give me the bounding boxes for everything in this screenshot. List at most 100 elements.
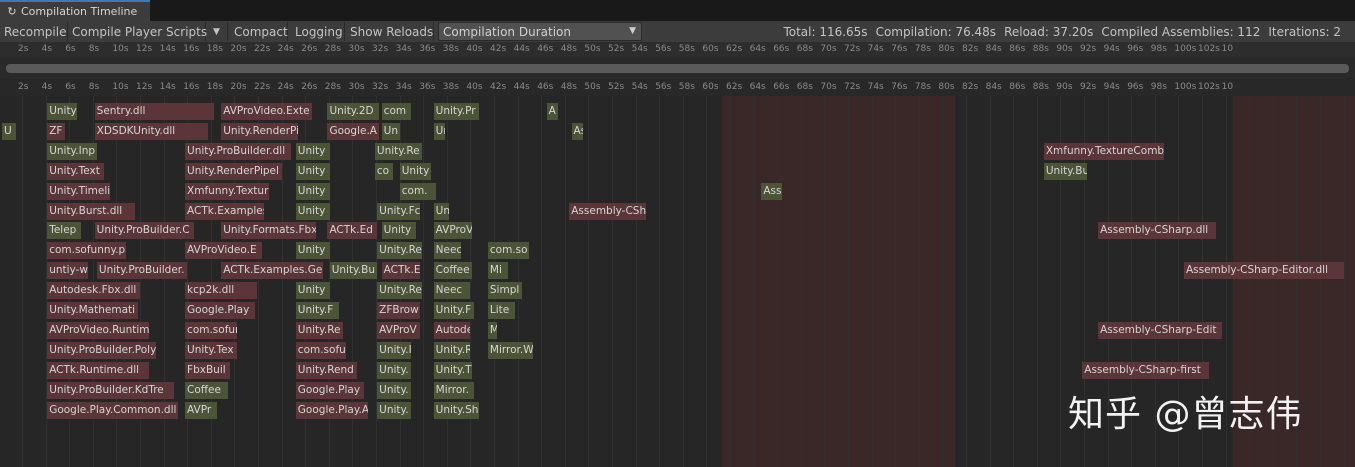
assembly-bar[interactable]: Neec [433, 282, 470, 300]
assembly-bar[interactable]: Un [381, 122, 400, 140]
assembly-bar[interactable]: Unity.Mathemati [47, 302, 138, 319]
assembly-bar[interactable]: Unity [295, 142, 330, 160]
assembly-bar[interactable]: Xmfunny.TextureComb [1043, 142, 1164, 160]
assembly-bar[interactable]: Telep [47, 222, 82, 240]
assembly-bar[interactable]: Mirror.W [487, 341, 534, 359]
assembly-bar[interactable]: Unity.Re [374, 142, 423, 160]
assembly-bar[interactable]: Unity. [377, 381, 412, 399]
assembly-bar[interactable]: Assembly-CSh [569, 202, 647, 220]
assembly-bar[interactable]: Unity.ProBuilder. [96, 262, 188, 280]
assembly-bar[interactable]: Unity.Burst.dll [47, 202, 136, 220]
assembly-bar[interactable]: Unity.Rend [295, 361, 357, 379]
assembly-bar[interactable]: com.sofu [295, 341, 346, 359]
assembly-bar[interactable]: co [374, 162, 393, 180]
assembly-bar[interactable]: Ur [433, 122, 445, 140]
assembly-bar[interactable]: Unity.Timelir [47, 182, 111, 200]
chevron-down-icon[interactable]: ▼ [206, 22, 228, 41]
assembly-bar[interactable]: Lite [487, 302, 515, 319]
assembly-bar[interactable]: Unity.ProBuilder.C [94, 222, 195, 240]
recompile-button[interactable]: Recompile [0, 22, 68, 41]
assembly-bar[interactable]: AVProV [377, 321, 421, 339]
assembly-bar[interactable]: Unity.T [433, 361, 473, 379]
assembly-bar[interactable]: Unity.ProBuilder.dll [185, 142, 292, 160]
assembly-bar[interactable]: Xmfunny.Textur [185, 182, 269, 200]
assembly-bar[interactable]: Google.Play [295, 381, 364, 399]
assembly-bar[interactable]: Mirror. [433, 381, 475, 399]
assembly-bar[interactable]: ZFBrow [377, 302, 421, 319]
assembly-bar[interactable]: Unity.Fc [377, 202, 421, 220]
assembly-bar[interactable]: Simpl [487, 282, 522, 300]
assembly-bar[interactable]: ACTk.Examples.Ger [221, 262, 323, 280]
compile-player-scripts-button[interactable]: Compile Player Scripts [68, 22, 207, 41]
assembly-bar[interactable]: Unity.F [295, 302, 339, 319]
assembly-bar[interactable]: AVProVideo.E [185, 242, 262, 260]
assembly-bar[interactable]: Unity [295, 202, 330, 220]
assembly-bar[interactable]: Google.Play [185, 302, 256, 319]
assembly-bar[interactable]: Unity. [377, 401, 412, 419]
assembly-bar[interactable]: Unity [295, 242, 330, 260]
assembly-bar[interactable]: Unity.ProBuilder.KdTre [47, 381, 174, 399]
logging-toggle[interactable]: Logging [291, 22, 345, 41]
assembly-bar[interactable]: Assembly-CSharp-Editor.dll [1183, 262, 1345, 280]
assembly-bar[interactable]: Unity.Re [377, 242, 423, 260]
assembly-bar[interactable]: Autode [433, 321, 470, 339]
assembly-bar[interactable]: Unity.Formats.Fbx [221, 222, 317, 240]
assembly-bar[interactable]: Unity.Re [295, 321, 344, 339]
assembly-bar[interactable]: Unity [295, 182, 330, 200]
assembly-bar[interactable]: ACTk.E [381, 262, 421, 280]
assembly-bar[interactable]: Un [433, 202, 450, 220]
assembly-bar[interactable]: com. [399, 182, 436, 200]
assembly-bar[interactable]: Mi [487, 262, 509, 280]
assembly-bar[interactable]: Unity.Text [47, 162, 104, 180]
assembly-bar[interactable]: Google.Play.A [295, 401, 369, 419]
assembly-bar[interactable]: Assembly-CSharp-Edit [1098, 321, 1223, 339]
assembly-bar[interactable]: kcp2k.dll [185, 282, 258, 300]
assembly-bar[interactable]: As [571, 122, 583, 140]
assembly-bar[interactable]: Unity.Sh [433, 401, 479, 419]
assembly-bar[interactable]: Unity. [377, 361, 412, 379]
assembly-bar[interactable]: Neec [433, 242, 461, 260]
assembly-bar[interactable]: Ass [761, 182, 782, 200]
assembly-bar[interactable]: Unity.2D [327, 103, 380, 120]
mode-dropdown[interactable]: Compilation Duration ▼ [438, 22, 642, 41]
assembly-bar[interactable]: untiy-w [47, 262, 88, 280]
assembly-bar[interactable]: ACTk.Runtime.dll [47, 361, 149, 379]
assembly-bar[interactable]: com.so [487, 242, 529, 260]
compact-toggle[interactable]: Compact [230, 22, 288, 41]
assembly-bar[interactable]: Google.A [327, 122, 380, 140]
horizontal-scrollbar[interactable] [0, 58, 1355, 78]
assembly-bar[interactable]: com.sofunny.p [47, 242, 127, 260]
assembly-bar[interactable]: Unity.R [433, 341, 470, 359]
assembly-bar[interactable]: Unity.Bu [329, 262, 378, 280]
assembly-bar[interactable]: A [546, 103, 558, 120]
assembly-bar[interactable]: Autodesk.Fbx.dll [47, 282, 140, 300]
assembly-bar[interactable]: Sentry.dll [94, 103, 215, 120]
tab-compilation-timeline[interactable]: ↻ Compilation Timeline [0, 0, 150, 21]
assembly-bar[interactable]: Assembly-CSharp-first [1082, 361, 1209, 379]
assembly-bar[interactable]: Coffee [433, 262, 473, 280]
assembly-bar[interactable]: Unity.ProBuilder.Poly [47, 341, 156, 359]
assembly-bar[interactable]: AVProV [433, 222, 473, 240]
assembly-bar[interactable]: Unity.RenderPi [221, 122, 299, 140]
assembly-bar[interactable]: XDSDKUnity.dll [94, 122, 208, 140]
assembly-bar[interactable]: Unity [381, 222, 416, 240]
assembly-bar[interactable]: AVProVideo.Runtim [47, 321, 149, 339]
assembly-bar[interactable]: Unity.Pr [433, 103, 479, 120]
assembly-bar[interactable]: ZF [47, 122, 66, 140]
show-reloads-toggle[interactable]: Show Reloads [346, 22, 434, 41]
assembly-bar[interactable]: AVProVideo.Exte [221, 103, 312, 120]
assembly-bar[interactable]: Unity.Tex [185, 341, 238, 359]
assembly-bar[interactable]: Unity.I [377, 341, 412, 359]
assembly-bar[interactable]: AVPr [185, 401, 217, 419]
assembly-bar[interactable]: ACTk.Examples [185, 202, 265, 220]
scrollbar-thumb[interactable] [6, 64, 1349, 73]
assembly-bar[interactable]: Unity [295, 282, 330, 300]
assembly-bar[interactable]: Google.Play.Common.dll [47, 401, 179, 419]
assembly-bar[interactable]: ACTk.Ed [327, 222, 378, 240]
assembly-bar[interactable]: Unity [399, 162, 432, 180]
assembly-bar[interactable]: Unity [295, 162, 330, 180]
assembly-bar[interactable]: Coffee [185, 381, 228, 399]
assembly-bar[interactable]: U [2, 122, 16, 140]
assembly-bar[interactable]: Unity.Bu [1043, 162, 1087, 180]
assembly-bar[interactable]: Unity.Inp [47, 142, 97, 160]
